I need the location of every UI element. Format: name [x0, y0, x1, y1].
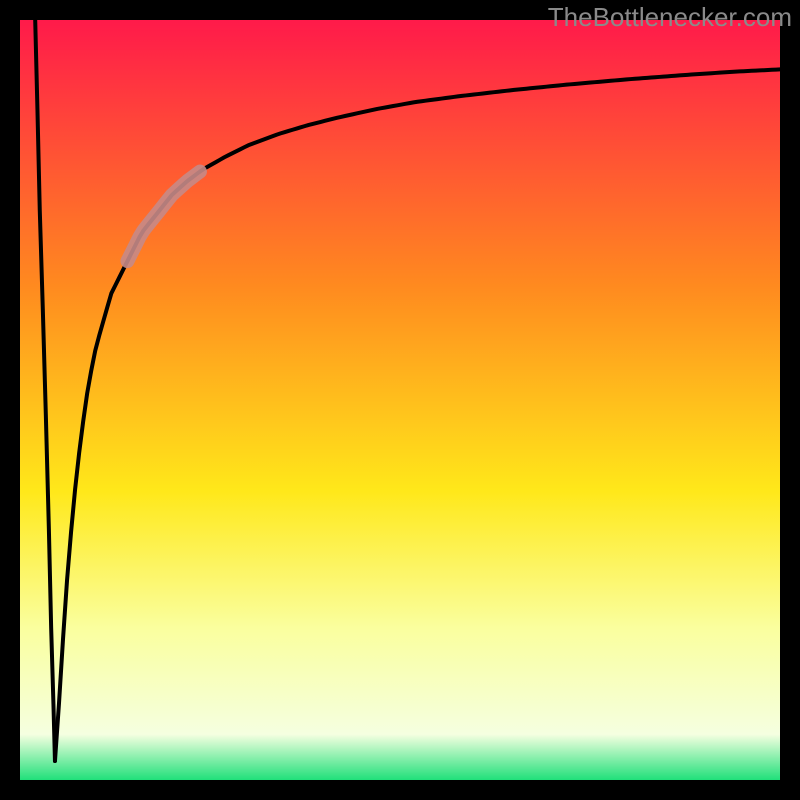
chart-container: TheBottlenecker.com — [0, 0, 800, 800]
chart-background-gradient — [20, 20, 780, 780]
bottleneck-chart — [0, 0, 800, 800]
watermark-text: TheBottlenecker.com — [548, 2, 792, 33]
